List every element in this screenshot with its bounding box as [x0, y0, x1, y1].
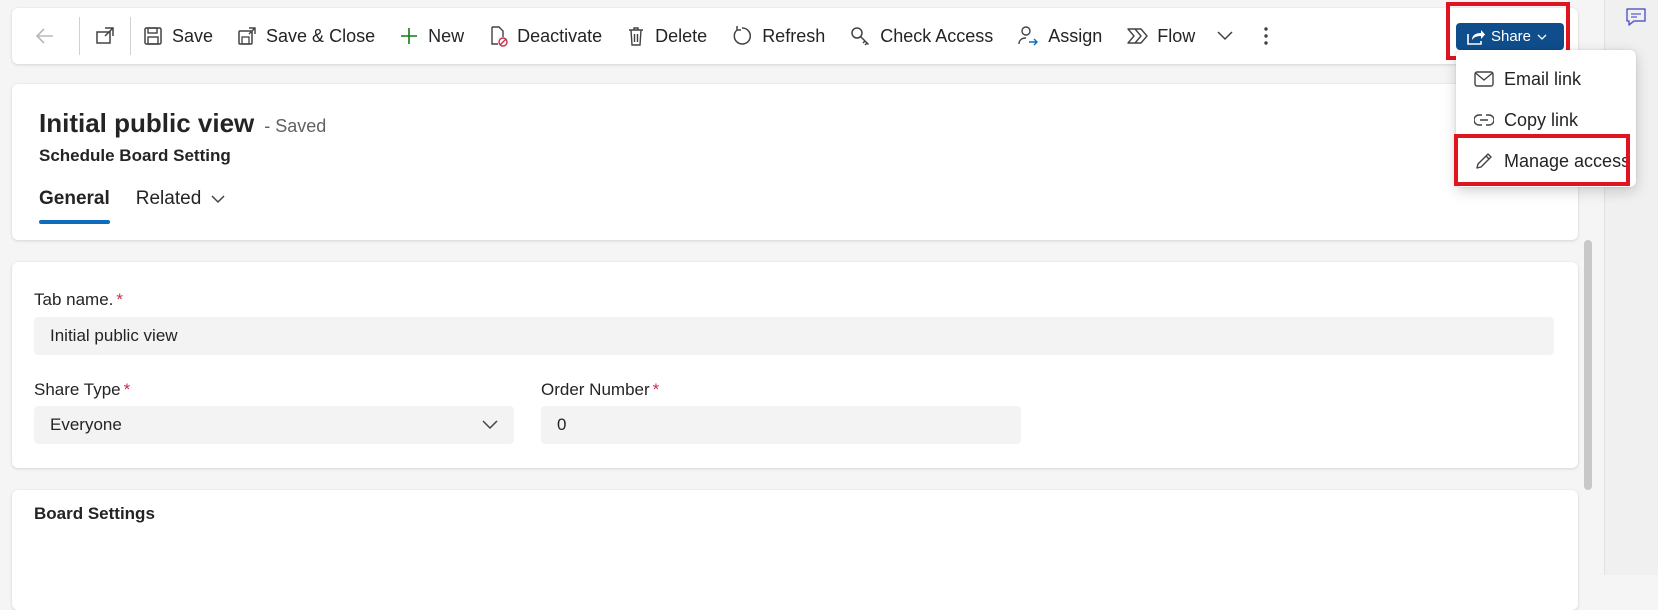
page-title: Initial public view — [39, 108, 255, 138]
save-label: Save — [172, 25, 214, 46]
menu-item-label: Copy link — [1504, 109, 1579, 130]
mail-icon — [1474, 71, 1494, 87]
key-search-icon — [849, 25, 871, 47]
chevron-down-icon — [1537, 34, 1547, 40]
order-number-label: Order Number * — [541, 380, 659, 400]
delete-button[interactable]: Delete — [614, 8, 719, 64]
order-number-value: 0 — [557, 415, 567, 434]
flow-label: Flow — [1157, 25, 1196, 46]
deactivate-icon — [488, 25, 508, 47]
assign-person-icon — [1017, 25, 1039, 47]
entity-name: Schedule Board Setting — [39, 146, 231, 165]
command-bar: Save Save & Close New Deactivate Delete … — [12, 8, 1578, 64]
refresh-label: Refresh — [762, 25, 826, 46]
back-arrow-icon — [34, 25, 56, 47]
check-access-label: Check Access — [880, 25, 994, 46]
back-button[interactable] — [12, 8, 79, 64]
link-icon — [1474, 114, 1494, 126]
save-close-icon — [237, 26, 257, 46]
plus-icon — [399, 26, 419, 46]
tab-name-value: Initial public view — [50, 326, 178, 345]
chevron-down-icon — [211, 194, 225, 204]
vertical-scrollbar[interactable] — [1584, 240, 1592, 490]
new-label: New — [428, 25, 465, 46]
label-text: Share Type — [34, 380, 121, 399]
pencil-icon — [1474, 151, 1494, 171]
open-new-window-button[interactable] — [80, 8, 130, 64]
delete-label: Delete — [655, 25, 708, 46]
tab-name-field[interactable]: Initial public view — [34, 317, 1554, 355]
save-icon — [143, 26, 163, 46]
pop-out-icon — [94, 25, 116, 47]
save-close-label: Save & Close — [266, 25, 376, 46]
title-row: Initial public view - Saved — [39, 108, 326, 139]
save-button[interactable]: Save — [131, 8, 225, 64]
required-marker: * — [116, 290, 124, 309]
general-section-card: Tab name. * Initial public view Share Typ… — [12, 262, 1578, 468]
deactivate-label: Deactivate — [517, 25, 603, 46]
menu-item-label: Email link — [1504, 68, 1582, 89]
share-type-label: Share Type * — [34, 380, 130, 400]
order-number-field[interactable]: 0 — [541, 406, 1021, 444]
menu-item-label: Manage access — [1504, 150, 1631, 171]
board-settings-card: Board Settings — [12, 490, 1578, 610]
tab-label: Related — [135, 188, 202, 209]
label-text: Order Number — [541, 380, 650, 399]
tab-general[interactable]: General — [39, 188, 110, 224]
flow-icon — [1126, 26, 1148, 46]
share-button[interactable]: Share — [1456, 23, 1564, 50]
share-type-select[interactable]: Everyone — [34, 406, 514, 444]
chevron-down-icon — [482, 420, 498, 430]
check-access-button[interactable]: Check Access — [837, 8, 1005, 64]
save-close-button[interactable]: Save & Close — [225, 8, 387, 64]
tab-name-label: Tab name. * — [34, 290, 123, 310]
refresh-button[interactable]: Refresh — [719, 8, 837, 64]
more-commands-button[interactable] — [1245, 8, 1287, 64]
board-settings-title: Board Settings — [34, 504, 155, 523]
record-header-card: Initial public view - Saved Schedule Boa… — [12, 84, 1578, 240]
save-status: - Saved — [264, 116, 327, 136]
deactivate-button[interactable]: Deactivate — [476, 8, 614, 64]
tab-label: General — [39, 188, 110, 209]
tab-related[interactable]: Related — [136, 188, 226, 222]
required-marker: * — [123, 380, 131, 399]
trash-icon — [626, 25, 646, 47]
chat-icon[interactable] — [1625, 6, 1647, 28]
manage-access-menu-item[interactable]: Manage access — [1456, 141, 1636, 181]
assign-button[interactable]: Assign — [1005, 8, 1114, 64]
copy-link-menu-item[interactable]: Copy link — [1456, 100, 1636, 140]
email-link-menu-item[interactable]: Email link — [1456, 59, 1636, 99]
new-button[interactable]: New — [387, 8, 476, 64]
share-type-value: Everyone — [50, 415, 122, 434]
assign-label: Assign — [1048, 25, 1103, 46]
label-text: Tab name. — [34, 290, 114, 309]
share-icon — [1467, 29, 1485, 45]
required-marker: * — [652, 380, 660, 399]
share-menu: Email link Copy link Manage access — [1456, 50, 1636, 187]
flow-button[interactable]: Flow — [1114, 8, 1245, 64]
chevron-down-icon[interactable] — [1217, 31, 1233, 41]
more-vertical-icon — [1263, 26, 1269, 46]
form-tabs: General Related — [39, 188, 251, 224]
share-label: Share — [1490, 28, 1532, 45]
refresh-icon — [731, 25, 753, 47]
